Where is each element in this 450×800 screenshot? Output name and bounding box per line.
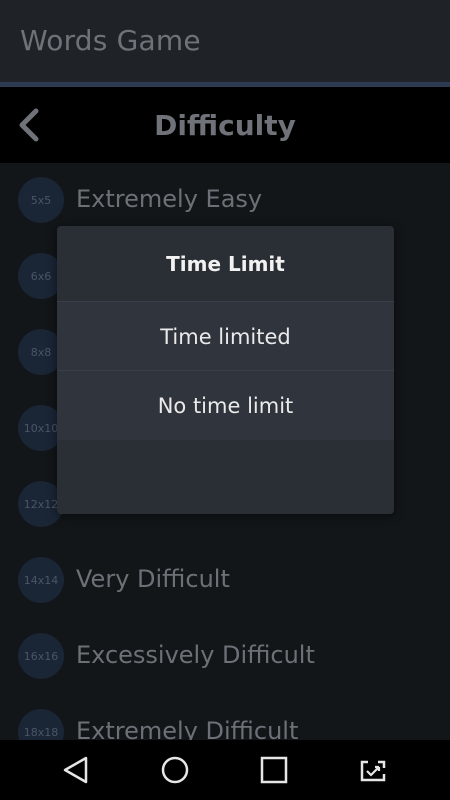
time-limit-dialog: Time Limit Time limited No time limit — [57, 226, 394, 514]
nav-recents-button[interactable] — [257, 754, 291, 786]
grid-size-badge: 5x5 — [18, 177, 64, 223]
nav-back-button[interactable] — [59, 754, 93, 786]
difficulty-item-extremely-difficult[interactable]: 18x18 Extremely Difficult — [0, 695, 450, 740]
dialog-title: Time Limit — [166, 251, 285, 276]
difficulty-item-excessively-difficult[interactable]: 16x16 Excessively Difficult — [0, 619, 450, 696]
no-time-limit-option[interactable]: No time limit — [57, 370, 394, 440]
grid-size-badge: 18x18 — [18, 709, 64, 740]
circle-home-icon — [161, 756, 189, 784]
difficulty-item-very-difficult[interactable]: 14x14 Very Difficult — [0, 543, 450, 620]
difficulty-label: Excessively Difficult — [76, 641, 315, 669]
nav-rotate-button[interactable] — [356, 754, 390, 786]
page-header: Difficulty — [0, 87, 450, 163]
triangle-back-icon — [63, 756, 88, 784]
time-limited-option[interactable]: Time limited — [57, 301, 394, 371]
square-recents-icon — [260, 756, 288, 784]
app-title: Words Game — [20, 24, 201, 57]
difficulty-label: Extremely Easy — [76, 185, 263, 213]
page-title: Difficulty — [154, 109, 296, 142]
app-bar: Words Game — [0, 0, 450, 82]
difficulty-label: Very Difficult — [76, 565, 230, 593]
system-nav-bar — [0, 740, 450, 800]
screen-rotate-icon — [360, 760, 386, 782]
grid-size-badge: 14x14 — [18, 557, 64, 603]
difficulty-label: Extremely Difficult — [76, 717, 299, 740]
grid-size-badge: 16x16 — [18, 633, 64, 679]
nav-home-button[interactable] — [158, 754, 192, 786]
